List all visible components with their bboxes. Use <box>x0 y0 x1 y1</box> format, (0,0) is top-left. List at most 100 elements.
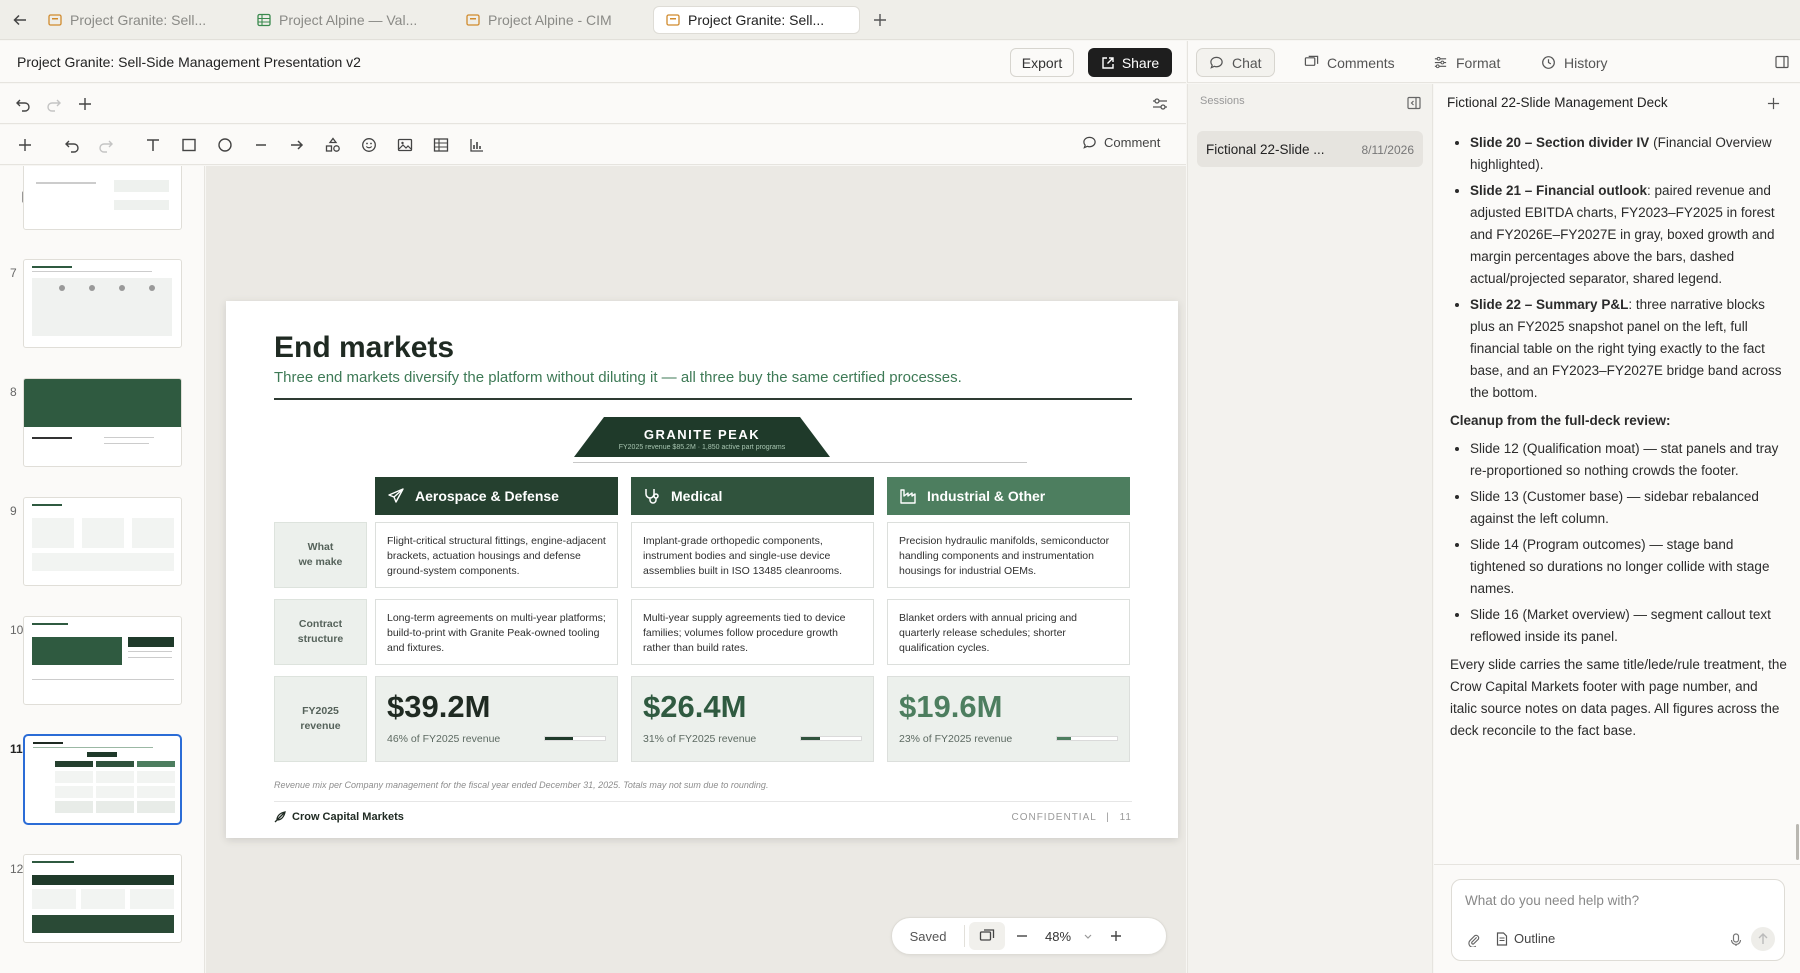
banner-subtitle: FY2025 revenue $85.2M · 1,850 active par… <box>618 444 786 451</box>
tab-label: Project Alpine — Val... <box>279 12 418 28</box>
row-label-fy2025-revenue: FY2025 revenue <box>274 676 367 762</box>
slide-thumbnail-12[interactable] <box>23 854 182 943</box>
session-name: Fictional 22-Slide ... <box>1206 142 1325 157</box>
tab-project-granite-1[interactable]: Project Granite: Sell... <box>36 6 218 34</box>
cell-revenue-aerospace: $39.2M 46% of FY2025 revenue <box>375 676 618 762</box>
zoom-level[interactable]: 48% <box>1039 929 1077 944</box>
tab-project-alpine-val[interactable]: Project Alpine — Val... <box>245 6 427 34</box>
share-button[interactable]: Share <box>1088 48 1172 77</box>
slide-lede: Three end markets diversify the platform… <box>274 369 962 386</box>
cell-what-aerospace: Flight-critical structural fittings, eng… <box>375 522 618 588</box>
outline-button[interactable]: Outline <box>1496 931 1555 946</box>
cell-what-industrial: Precision hydraulic manifolds, semicondu… <box>887 522 1130 588</box>
zoom-out-icon[interactable] <box>1005 922 1039 950</box>
attach-paperclip-icon[interactable] <box>1465 931 1483 949</box>
export-button[interactable]: Export <box>1010 48 1074 77</box>
row-label-contract-structure: Contract structure <box>274 599 367 665</box>
revenue-share-fill <box>545 737 573 740</box>
tab-project-granite-active[interactable]: Project Granite: Sell... <box>653 6 860 34</box>
slide-title: End markets <box>274 331 455 364</box>
new-chat-plus-icon[interactable] <box>1764 94 1782 112</box>
panel-layout-icon[interactable] <box>1773 53 1791 71</box>
microphone-icon[interactable] <box>1728 931 1744 949</box>
tab-project-alpine-cim[interactable]: Project Alpine - CIM <box>454 6 636 34</box>
slide-thumbnail-10[interactable] <box>23 616 182 705</box>
document-header: Project Granite: Sell-Side Management Pr… <box>0 41 1186 83</box>
cleanup-list: Slide 12 (Qualification moat) — stat pan… <box>1450 438 1788 648</box>
present-mode-icon[interactable] <box>969 922 1005 950</box>
banner-underline <box>573 462 1027 463</box>
slide-thumbnail-panel: 7 8 9 10 11 12 <box>0 166 205 973</box>
tab-history-label: History <box>1564 54 1608 71</box>
chat-message: Slide 20 – Section divider IV (Financial… <box>1450 132 1788 748</box>
banner-title: GRANITE PEAK <box>643 427 761 442</box>
thumbnail-number: 7 <box>10 266 17 280</box>
thumbnail-number: 8 <box>10 385 17 399</box>
closing-paragraph: Every slide carries the same title/lede/… <box>1450 657 1787 738</box>
emoji-tool-icon[interactable] <box>359 135 379 155</box>
cell-revenue-industrial: $19.6M 23% of FY2025 revenue <box>887 676 1130 762</box>
chat-input-box: What do you need help with? Outline <box>1451 879 1785 961</box>
slide-thumbnail-11-selected[interactable] <box>23 734 182 825</box>
outline-label: Outline <box>1514 931 1556 946</box>
revenue-share-bar <box>544 736 606 741</box>
tab-history[interactable]: History <box>1529 48 1620 77</box>
revenue-value: $39.2M <box>387 689 491 724</box>
back-arrow-icon[interactable] <box>10 10 30 30</box>
redo-icon[interactable] <box>44 94 64 114</box>
table-tool-icon[interactable] <box>431 135 451 155</box>
browser-tab-bar: Project Granite: Sell... Project Alpine … <box>0 0 1800 40</box>
tab-label: Project Granite: Sell... <box>688 12 825 28</box>
sessions-label: Sessions <box>1200 95 1245 107</box>
slide-thumbnail-6[interactable] <box>23 166 182 230</box>
line-tool-icon[interactable] <box>251 135 271 155</box>
rectangle-tool-icon[interactable] <box>179 135 199 155</box>
text-tool-icon[interactable] <box>143 135 163 155</box>
list-item: Slide 13 (Customer base) — sidebar rebal… <box>1470 486 1788 530</box>
history-clock-icon <box>1542 56 1555 69</box>
column-name: Industrial & Other <box>927 488 1046 504</box>
chat-scrollbar[interactable] <box>1796 824 1799 860</box>
shapes-tool-icon[interactable] <box>323 135 343 155</box>
session-item[interactable]: Fictional 22-Slide ... 8/11/2026 <box>1197 131 1423 167</box>
cell-contract-industrial: Blanket orders with annual pricing and q… <box>887 599 1130 665</box>
tab-format[interactable]: Format <box>1421 48 1512 77</box>
tab-label: Project Alpine - CIM <box>488 12 612 28</box>
column-header-aerospace: Aerospace & Defense <box>375 477 618 515</box>
undo-icon[interactable] <box>62 135 82 155</box>
slide-thumbnail-9[interactable] <box>23 497 182 586</box>
redo-icon[interactable] <box>96 135 116 155</box>
slide-summary-list: Slide 20 – Section divider IV (Financial… <box>1450 132 1788 404</box>
zoom-dropdown-chevron-icon[interactable] <box>1077 922 1099 950</box>
list-item: Slide 21 – Financial outlook: paired rev… <box>1470 180 1788 290</box>
zoom-in-icon[interactable] <box>1099 922 1133 950</box>
add-slide-icon[interactable] <box>15 135 35 155</box>
collapse-sessions-icon[interactable] <box>1405 94 1423 112</box>
ellipse-tool-icon[interactable] <box>215 135 235 155</box>
new-tab-plus-icon[interactable] <box>870 10 890 30</box>
tab-comments[interactable]: Comments <box>1292 48 1407 77</box>
share-icon <box>1102 56 1114 69</box>
settings-sliders-icon[interactable] <box>1150 94 1170 114</box>
thumbnail-number: 11 <box>10 742 23 756</box>
column-header-medical: Medical <box>631 477 874 515</box>
undo-icon[interactable] <box>13 94 33 114</box>
brand-name: Crow Capital Markets <box>292 811 404 823</box>
add-icon[interactable] <box>75 94 95 114</box>
insert-toolbar: Comment <box>0 125 1186 165</box>
chart-tool-icon[interactable] <box>467 135 487 155</box>
comments-icon <box>1304 55 1319 66</box>
tab-chat[interactable]: Chat <box>1196 48 1275 77</box>
thumbnail-number: 12 <box>10 862 24 876</box>
slide-thumbnail-8[interactable] <box>23 378 182 467</box>
slide-thumbnail-7[interactable] <box>23 259 182 348</box>
arrow-tool-icon[interactable] <box>287 135 307 155</box>
revenue-share-text: 46% of FY2025 revenue <box>387 732 501 745</box>
factory-icon <box>900 489 916 504</box>
comment-button[interactable]: Comment <box>1082 135 1160 150</box>
chat-input[interactable]: What do you need help with? <box>1465 893 1639 908</box>
slide-11[interactable]: End markets Three end markets diversify … <box>226 301 1178 838</box>
image-tool-icon[interactable] <box>395 135 415 155</box>
send-arrow-icon[interactable] <box>1751 927 1775 951</box>
chat-title: Fictional 22-Slide Management Deck <box>1447 95 1668 110</box>
